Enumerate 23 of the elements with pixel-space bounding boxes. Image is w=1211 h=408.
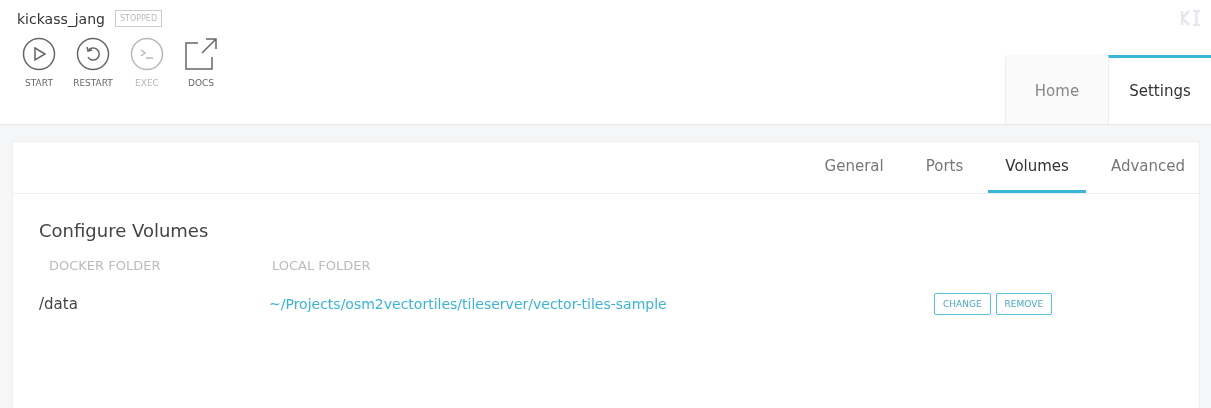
status-badge: STOPPED xyxy=(114,10,163,27)
column-header: DOCKER FOLDER xyxy=(48,258,162,273)
volume-button[interactable]: CHANGE xyxy=(934,293,991,315)
tab[interactable]: Volumes xyxy=(988,142,1086,193)
tab[interactable]: Settings xyxy=(1108,55,1211,124)
restart-button[interactable]: RESTART xyxy=(71,37,115,88)
restart-icon xyxy=(76,37,110,71)
container-name: kickass_jang xyxy=(17,10,105,27)
column-header: LOCAL FOLDER xyxy=(271,258,372,273)
tab[interactable]: Ports xyxy=(908,142,981,193)
play-icon xyxy=(22,37,56,71)
tab[interactable]: Home xyxy=(1005,55,1108,124)
docker-folder: /data xyxy=(39,295,79,313)
section-title: Configure Volumes xyxy=(39,220,210,241)
volume-button[interactable]: REMOVE xyxy=(995,293,1053,315)
docs-button[interactable]: DOCS xyxy=(179,37,223,88)
tab[interactable]: General xyxy=(807,142,901,193)
local-folder-link[interactable]: ~/Projects/osm2vectortiles/tileserver/vector-tiles-sample xyxy=(262,296,934,312)
logo-icon xyxy=(1181,10,1201,26)
tab[interactable]: Advanced xyxy=(1093,142,1199,193)
start-button[interactable]: START xyxy=(17,37,61,88)
external-link-icon xyxy=(184,37,218,71)
terminal-icon xyxy=(130,37,164,71)
